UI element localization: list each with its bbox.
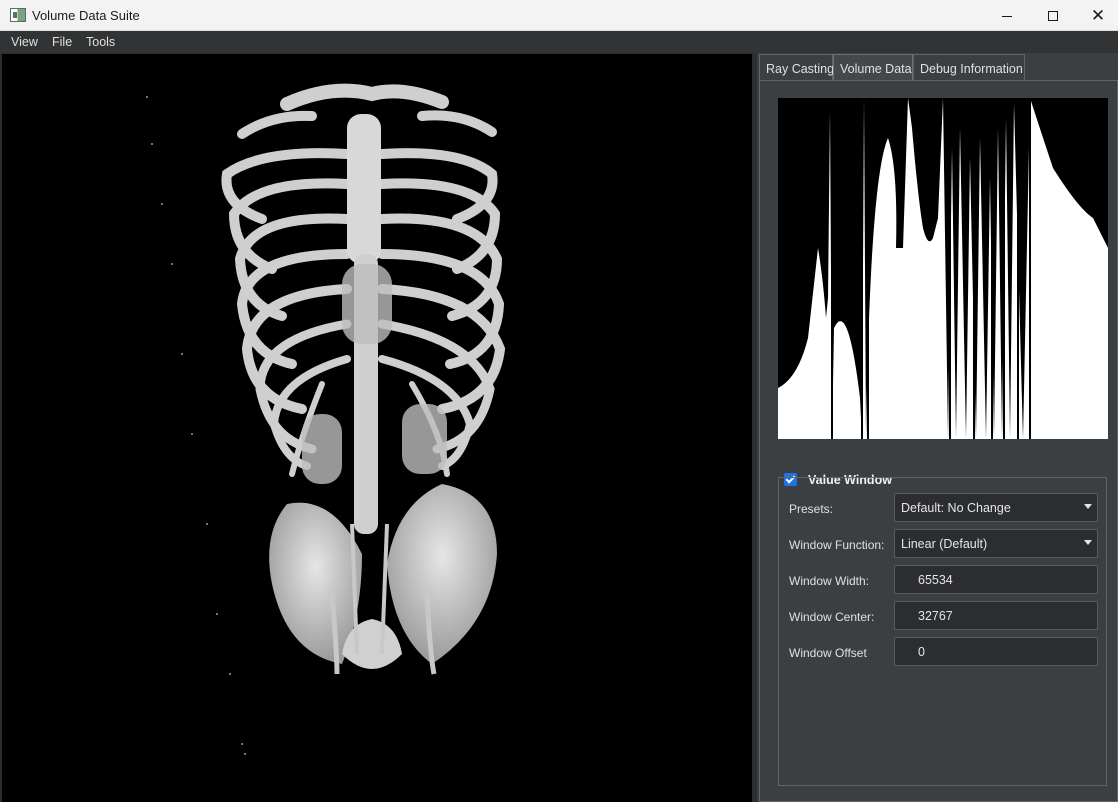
app-icon [10,8,26,22]
chevron-down-icon [1084,504,1092,509]
presets-value: Default: No Change [901,501,1011,515]
window-title: Volume Data Suite [32,8,140,23]
tab-ray-casting[interactable]: Ray Casting [759,54,834,80]
volume-data-pane: Value Window Presets: Default: No Change… [759,80,1118,802]
window-center-input[interactable]: 32767 [894,601,1098,630]
properties-panel: Ray Casting Volume Data Debug Informatio… [757,53,1118,802]
presets-combo[interactable]: Default: No Change [894,493,1098,522]
window-function-combo[interactable]: Linear (Default) [894,529,1098,558]
menu-view[interactable]: View [11,35,38,49]
maximize-button[interactable] [1030,0,1076,31]
tab-volume-data[interactable]: Volume Data [833,54,913,80]
title-bar: Volume Data Suite ✕ [0,0,1118,31]
histogram [778,98,1108,439]
window-function-value: Linear (Default) [901,537,988,551]
window-center-label: Window Center: [789,610,875,624]
window-width-input[interactable]: 65534 [894,565,1098,594]
tab-debug-information[interactable]: Debug Information [913,54,1025,80]
skeleton-render [146,83,506,755]
minimize-button[interactable] [984,0,1030,31]
menu-file[interactable]: File [52,35,72,49]
menu-bar: View File Tools [0,31,1118,53]
window-offset-value: 0 [918,645,925,659]
close-icon: ✕ [1090,5,1106,25]
chevron-down-icon [1084,540,1092,545]
menu-tools[interactable]: Tools [86,35,115,49]
close-button[interactable]: ✕ [1075,0,1118,31]
value-window-group: Presets: Default: No Change Window Funct… [778,477,1107,786]
window-center-value: 32767 [918,609,953,623]
maximize-icon [1048,10,1058,21]
window-offset-input[interactable]: 0 [894,637,1098,666]
minimize-icon [1002,15,1012,17]
volume-render-viewport[interactable] [2,54,752,802]
window-width-value: 65534 [918,573,953,587]
histogram-plot [778,98,1108,439]
window-function-label: Window Function: [789,538,885,552]
window-width-label: Window Width: [789,574,870,588]
window-offset-label: Window Offset [789,646,867,660]
presets-label: Presets: [789,502,834,516]
